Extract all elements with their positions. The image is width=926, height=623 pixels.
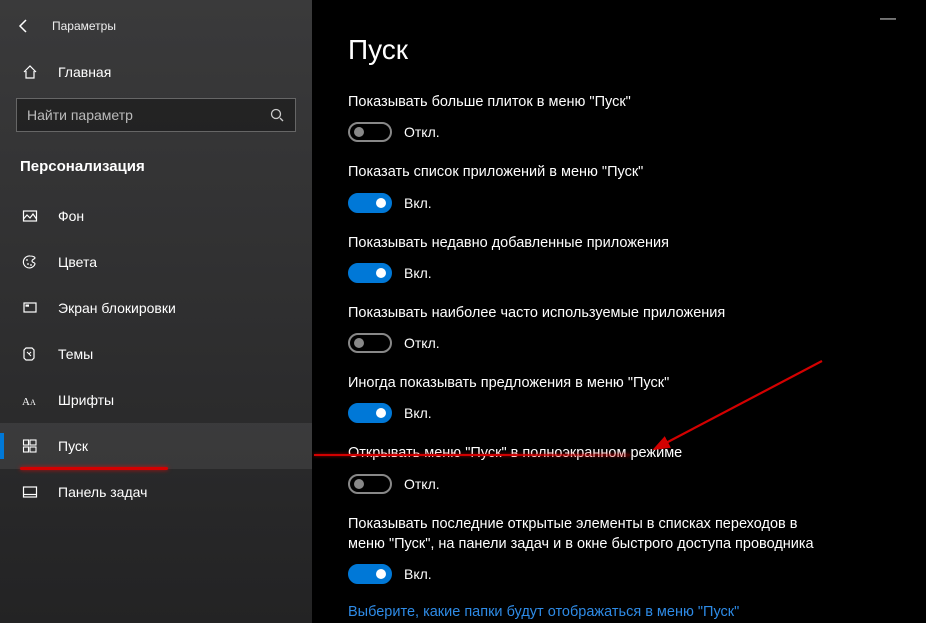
palette-icon — [20, 254, 40, 270]
back-button[interactable] — [12, 14, 36, 38]
setting-label: Показывать последние открытые элементы в… — [348, 514, 828, 555]
page-title: Пуск — [348, 34, 886, 66]
toggle-state-label: Вкл. — [404, 566, 432, 582]
sidebar-item-themes[interactable]: Темы — [0, 331, 312, 377]
annotation-underline — [20, 467, 168, 470]
sidebar-item-label: Фон — [58, 208, 84, 224]
sidebar-nav: Фон Цвета Экран блокировки Темы — [0, 193, 312, 515]
setting-row: Показывать последние открытые элементы в… — [348, 514, 886, 585]
toggle-state-label: Вкл. — [404, 265, 432, 281]
sidebar: Параметры Главная Персонализация Фон — [0, 0, 312, 623]
setting-row: Открывать меню "Пуск" в полноэкранном ре… — [348, 443, 886, 493]
sidebar-category: Персонализация — [0, 148, 312, 193]
titlebar: Параметры — [0, 10, 312, 56]
sidebar-item-label: Пуск — [58, 438, 88, 454]
sidebar-item-lockscreen[interactable]: Экран блокировки — [0, 285, 312, 331]
sidebar-item-fonts[interactable]: AA Шрифты — [0, 377, 312, 423]
setting-label: Иногда показывать предложения в меню "Пу… — [348, 373, 828, 393]
choose-folders-link[interactable]: Выберите, какие папки будут отображаться… — [348, 604, 886, 620]
toggle-state-label: Откл. — [404, 335, 440, 351]
sidebar-item-label: Темы — [58, 346, 93, 362]
search-icon — [269, 107, 285, 123]
sidebar-item-taskbar[interactable]: Панель задач — [0, 469, 312, 515]
setting-row: Иногда показывать предложения в меню "Пу… — [348, 373, 886, 423]
sidebar-item-start[interactable]: Пуск — [0, 423, 312, 469]
toggle-switch[interactable] — [348, 263, 392, 283]
toggle-switch[interactable] — [348, 403, 392, 423]
setting-label: Показывать недавно добавленные приложени… — [348, 233, 828, 253]
setting-row: Показывать больше плиток в меню "Пуск" От… — [348, 92, 886, 142]
svg-text:A: A — [30, 398, 36, 407]
fonts-icon: AA — [20, 393, 40, 407]
taskbar-icon — [20, 484, 40, 500]
lockscreen-icon — [20, 300, 40, 316]
setting-row: Показывать недавно добавленные приложени… — [348, 233, 886, 283]
setting-label: Показывать наиболее часто используемые п… — [348, 303, 828, 323]
sidebar-home[interactable]: Главная — [0, 56, 312, 88]
toggle-state-label: Вкл. — [404, 195, 432, 211]
themes-icon — [20, 346, 40, 362]
setting-label: Показать список приложений в меню "Пуск" — [348, 162, 828, 182]
search-box[interactable] — [16, 98, 296, 132]
sidebar-item-background[interactable]: Фон — [0, 193, 312, 239]
sidebar-item-label: Цвета — [58, 254, 97, 270]
setting-row: Показать список приложений в меню "Пуск"… — [348, 162, 886, 212]
toggle-switch[interactable] — [348, 333, 392, 353]
sidebar-item-colors[interactable]: Цвета — [0, 239, 312, 285]
toggle-switch[interactable] — [348, 474, 392, 494]
setting-label: Показывать больше плиток в меню "Пуск" — [348, 92, 828, 112]
toggle-state-label: Вкл. — [404, 405, 432, 421]
sidebar-item-label: Панель задач — [58, 484, 147, 500]
picture-icon — [20, 208, 40, 224]
window-title: Параметры — [52, 19, 116, 33]
home-icon — [20, 64, 40, 80]
toggle-state-label: Откл. — [404, 476, 440, 492]
minimize-button[interactable]: — — [880, 10, 896, 28]
sidebar-item-label: Шрифты — [58, 392, 114, 408]
svg-text:A: A — [22, 396, 30, 407]
arrow-left-icon — [16, 18, 32, 34]
toggle-switch[interactable] — [348, 564, 392, 584]
setting-row: Показывать наиболее часто используемые п… — [348, 303, 886, 353]
annotation-underline — [314, 454, 630, 456]
sidebar-item-label: Экран блокировки — [58, 300, 176, 316]
start-icon — [20, 438, 40, 454]
toggle-switch[interactable] — [348, 122, 392, 142]
content-pane: — Пуск Показывать больше плиток в меню "… — [312, 0, 926, 623]
search-input[interactable] — [27, 107, 269, 123]
toggle-state-label: Откл. — [404, 124, 440, 140]
sidebar-home-label: Главная — [58, 64, 111, 80]
toggle-switch[interactable] — [348, 193, 392, 213]
